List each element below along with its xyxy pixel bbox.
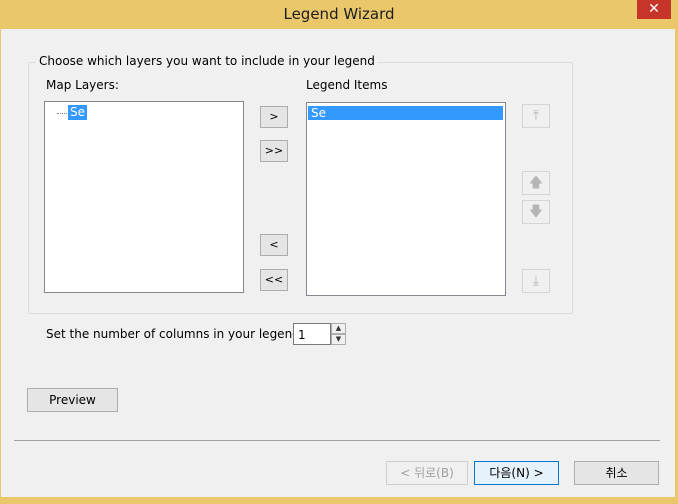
- window-bottom-border: [0, 497, 678, 504]
- preview-button[interactable]: Preview: [27, 388, 118, 412]
- legend-wizard-window: Legend Wizard ✕ Choose which layers you …: [0, 0, 678, 504]
- group-label: Choose which layers you want to include …: [36, 54, 378, 68]
- map-layers-tree[interactable]: Se: [44, 101, 244, 293]
- columns-spinner[interactable]: 1 ▲ ▼: [293, 323, 347, 347]
- close-button[interactable]: ✕: [637, 0, 671, 19]
- move-to-top-icon[interactable]: ⤒: [522, 104, 550, 128]
- move-down-icon[interactable]: 🡇: [522, 200, 550, 224]
- move-up-icon[interactable]: 🡅: [522, 171, 550, 195]
- add-layer-button[interactable]: >: [260, 106, 288, 128]
- map-layer-item[interactable]: Se: [68, 105, 87, 120]
- tree-connector: [57, 113, 67, 114]
- remove-layer-button[interactable]: <: [260, 234, 288, 256]
- add-all-layers-button[interactable]: >>: [260, 140, 288, 162]
- spin-up-icon[interactable]: ▲: [331, 323, 346, 334]
- columns-label: Set the number of columns in your legend…: [46, 327, 304, 341]
- window-title: Legend Wizard: [283, 5, 395, 23]
- remove-all-layers-button[interactable]: <<: [260, 269, 288, 291]
- legend-items-list[interactable]: Se: [306, 102, 506, 296]
- legend-item[interactable]: Se: [308, 106, 503, 120]
- map-layers-label: Map Layers:: [46, 78, 119, 92]
- title-bar: Legend Wizard ✕: [0, 0, 678, 29]
- move-to-bottom-icon[interactable]: ⤓: [522, 269, 550, 293]
- footer-separator: [14, 440, 660, 441]
- back-button[interactable]: < 뒤로(B): [386, 461, 468, 485]
- cancel-button[interactable]: 취소: [574, 461, 659, 485]
- next-button[interactable]: 다음(N) >: [474, 461, 559, 485]
- spin-down-icon[interactable]: ▼: [331, 334, 346, 345]
- dialog-body: Choose which layers you want to include …: [1, 29, 675, 497]
- columns-input[interactable]: 1: [293, 323, 331, 345]
- legend-items-label: Legend Items: [306, 78, 388, 92]
